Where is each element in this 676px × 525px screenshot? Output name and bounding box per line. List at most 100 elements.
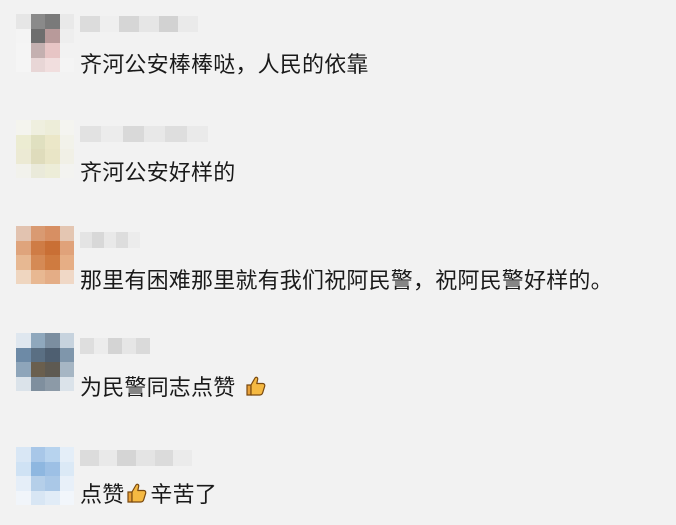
- avatar-pixel: [30, 333, 45, 348]
- avatar-pixel: [16, 476, 31, 491]
- avatar-pixel: [30, 120, 45, 135]
- avatar-pixel: [45, 476, 60, 491]
- avatar-pixel: [30, 362, 45, 377]
- nickname-blurred[interactable]: [80, 450, 192, 466]
- avatar-pixel: [16, 134, 31, 149]
- avatar-pixel: [59, 226, 74, 241]
- nickname-blur-block: [104, 232, 116, 248]
- avatar-pixel: [59, 255, 74, 270]
- avatar-pixel: [45, 362, 60, 377]
- nickname-blur-block: [94, 338, 108, 354]
- comment-text-content: 齐河公安好样的: [80, 161, 236, 186]
- comment-item: 点赞 辛苦了: [0, 0, 676, 508]
- avatar-pixel: [30, 376, 45, 391]
- avatar-pixel: [16, 163, 31, 178]
- avatar-pixel: [30, 447, 45, 462]
- nickname-blur-block: [136, 338, 150, 354]
- avatar-pixel: [59, 269, 74, 284]
- avatar-pixel: [59, 163, 74, 178]
- nickname-blur-block: [136, 450, 155, 466]
- avatar-pixel: [30, 134, 45, 149]
- comment-text-suffix: 辛苦了: [150, 483, 218, 508]
- comment-text: 为民警同志点赞: [80, 374, 269, 403]
- nickname-blur-block: [173, 450, 192, 466]
- nickname-blurred[interactable]: [80, 126, 208, 142]
- nickname-blurred[interactable]: [80, 338, 150, 354]
- avatar-pixel: [45, 149, 60, 164]
- comment-text-content: 点赞: [80, 483, 125, 508]
- nickname-blur-block: [117, 450, 137, 466]
- avatar-pixel: [45, 134, 60, 149]
- nickname-blur-block: [80, 450, 99, 466]
- avatar-pixel: [59, 240, 74, 255]
- avatar-pixel: [59, 490, 74, 505]
- avatar-pixel: [30, 149, 45, 164]
- avatar-pixel: [16, 376, 31, 391]
- avatar-pixel: [59, 333, 74, 348]
- nickname-blur-block: [154, 450, 174, 466]
- avatar-pixel: [45, 333, 60, 348]
- nickname-blur-block: [128, 232, 140, 248]
- avatar-pixel: [45, 376, 60, 391]
- avatar-pixel: [45, 347, 60, 362]
- avatar-pixel: [59, 447, 74, 462]
- avatar-pixel: [16, 461, 31, 476]
- avatar[interactable]: [16, 447, 74, 505]
- avatar-pixel: [59, 476, 74, 491]
- avatar-pixel: [30, 476, 45, 491]
- comment-text-content: 那里有困难那里就有我们祝阿民警，祝阿民警好样的。: [80, 269, 613, 294]
- avatar-pixel: [45, 255, 60, 270]
- nickname-blur-block: [116, 232, 128, 248]
- avatar-pixel: [59, 347, 74, 362]
- nickname-blur-block: [80, 126, 102, 142]
- avatar-pixel: [45, 226, 60, 241]
- avatar-pixel: [45, 447, 60, 462]
- avatar-pixel: [16, 226, 31, 241]
- nickname-blur-block: [122, 338, 136, 354]
- comment-text: 那里有困难那里就有我们祝阿民警，祝阿民警好样的。: [80, 268, 613, 296]
- avatar-pixel: [45, 120, 60, 135]
- avatar-pixel: [45, 461, 60, 476]
- avatar-pixel: [45, 269, 60, 284]
- avatar-pixel: [59, 120, 74, 135]
- avatar-pixel: [16, 447, 31, 462]
- avatar-pixel: [59, 134, 74, 149]
- nickname-blur-block: [92, 232, 104, 248]
- avatar[interactable]: [16, 120, 74, 178]
- avatar-pixel: [59, 461, 74, 476]
- avatar-pixel: [45, 163, 60, 178]
- avatar-pixel: [30, 490, 45, 505]
- avatar[interactable]: [16, 333, 74, 391]
- avatar-pixel: [16, 240, 31, 255]
- avatar-pixel: [16, 490, 31, 505]
- avatar-pixel: [30, 240, 45, 255]
- nickname-blur-block: [122, 126, 144, 142]
- avatar-pixel: [16, 269, 31, 284]
- nickname-blur-block: [98, 450, 118, 466]
- nickname-blurred[interactable]: [80, 232, 140, 248]
- avatar-pixel: [16, 149, 31, 164]
- avatar-pixel: [45, 240, 60, 255]
- avatar-pixel: [59, 376, 74, 391]
- avatar-pixel: [30, 347, 45, 362]
- nickname-blur-block: [186, 126, 208, 142]
- avatar-pixel: [45, 490, 60, 505]
- avatar-pixel: [16, 120, 31, 135]
- nickname-blur-block: [101, 126, 123, 142]
- avatar-pixel: [59, 362, 74, 377]
- avatar-pixel: [30, 226, 45, 241]
- thumbs-up-icon: [246, 376, 265, 396]
- comment-text: 点赞 辛苦了: [80, 481, 217, 510]
- nickname-blur-block: [165, 126, 187, 142]
- avatar[interactable]: [16, 226, 74, 284]
- avatar-pixel: [16, 362, 31, 377]
- avatar-pixel: [30, 269, 45, 284]
- avatar-pixel: [30, 255, 45, 270]
- nickname-blur-block: [108, 338, 122, 354]
- avatar-pixel: [59, 149, 74, 164]
- avatar-pixel: [16, 333, 31, 348]
- nickname-blur-block: [143, 126, 166, 142]
- comment-text-content: 为民警同志点赞: [80, 376, 236, 401]
- nickname-blur-block: [80, 338, 94, 354]
- avatar-pixel: [30, 163, 45, 178]
